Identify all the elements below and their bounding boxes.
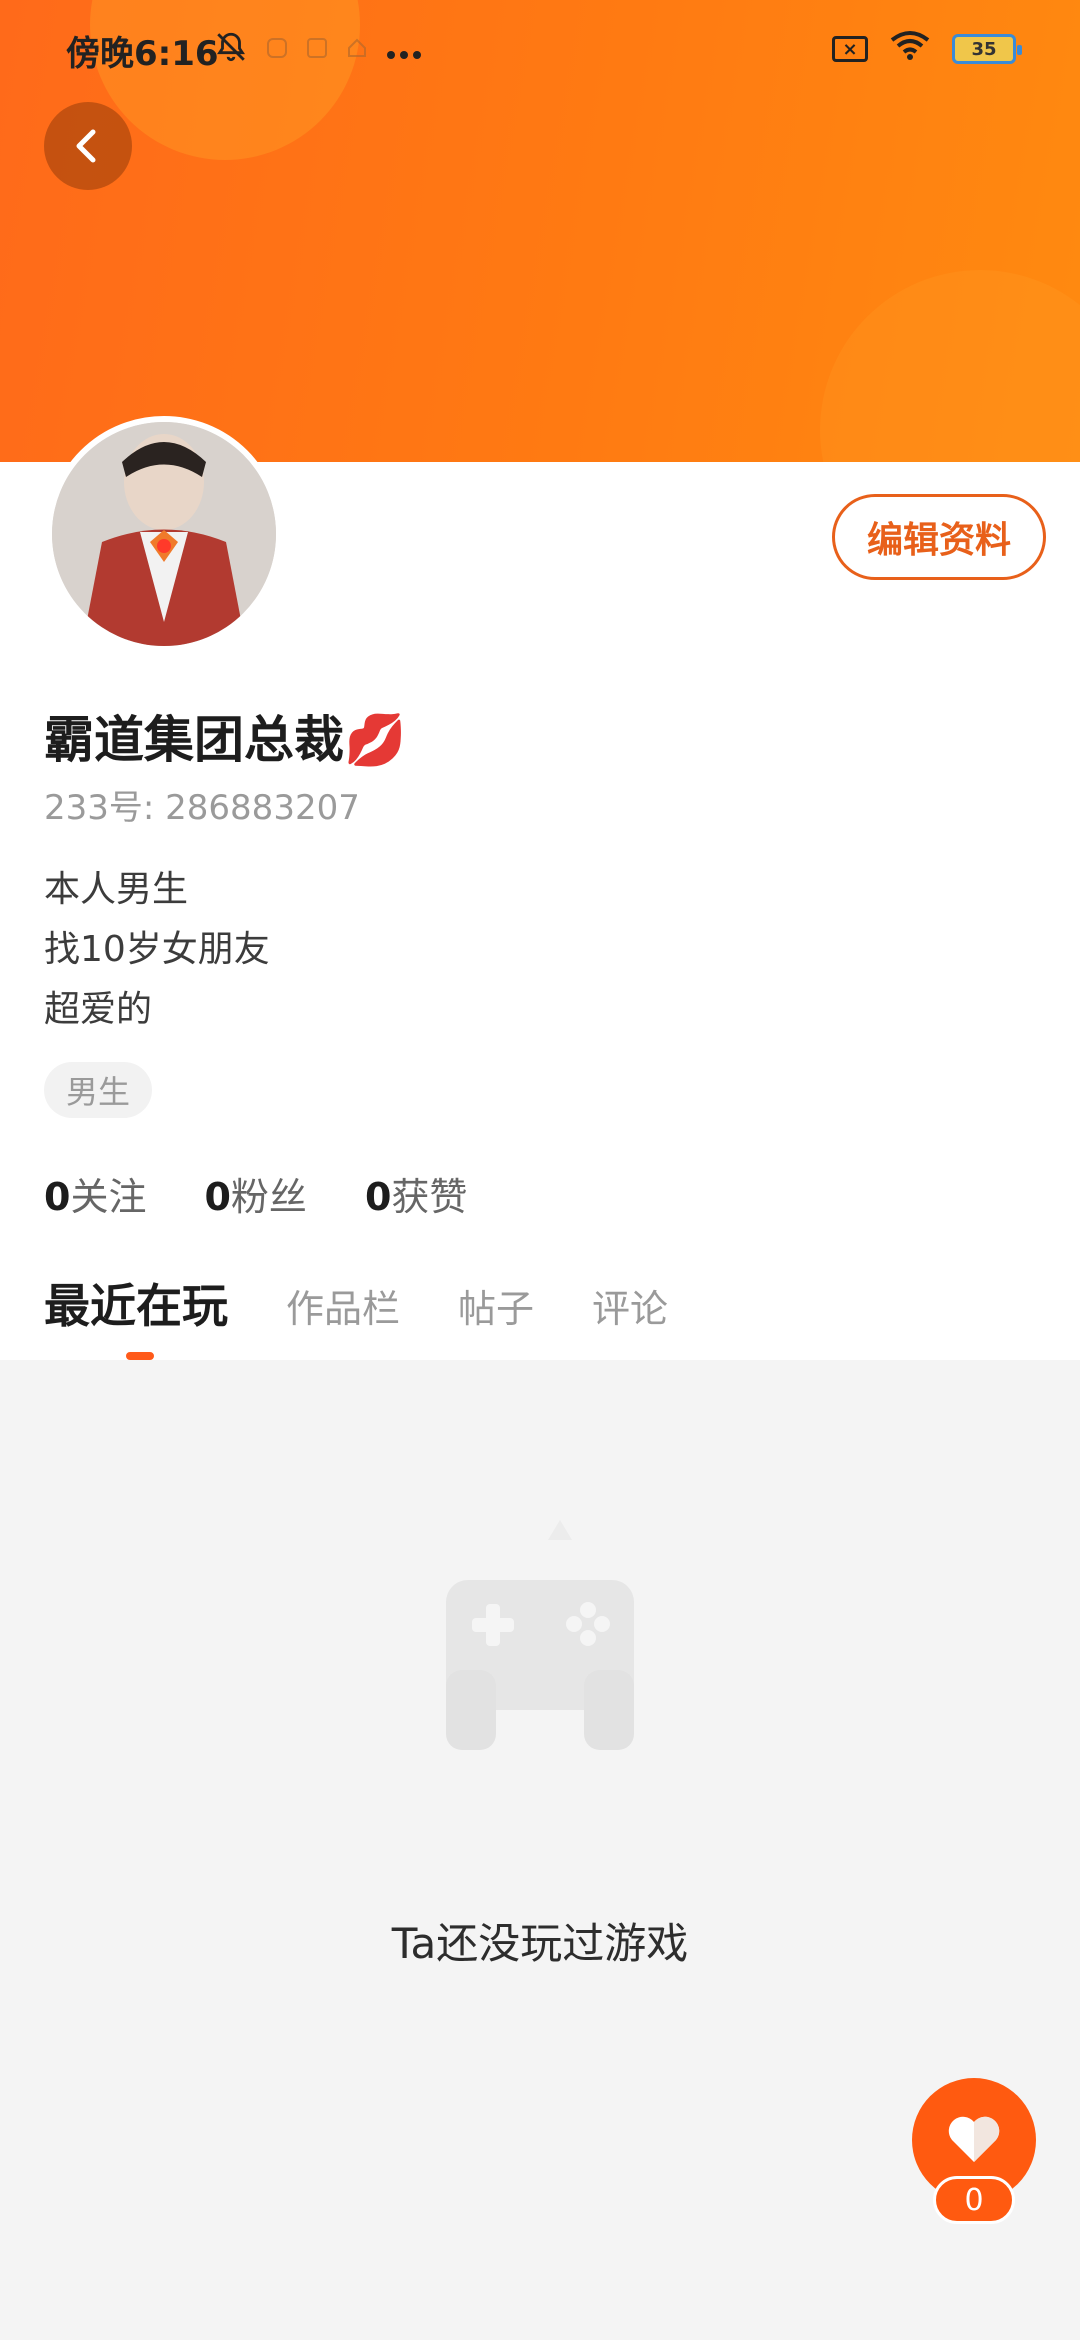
battery-icon: 35 <box>952 34 1022 64</box>
status-icons-left <box>214 30 422 71</box>
stat-count: 0 <box>364 1175 392 1219</box>
status-time: 傍晚6:16 <box>66 34 219 74</box>
nickname: 霸道集团总裁💋 <box>44 711 407 769</box>
tab-works[interactable]: 作品栏 <box>286 1278 400 1333</box>
more-icon <box>386 34 422 67</box>
bio-line: 超爱的 <box>44 989 153 1030</box>
sim-off-icon: × <box>832 36 868 62</box>
bio: 本人男生 找10岁女朋友 超爱的 <box>44 860 270 1040</box>
stat-label: 粉丝 <box>230 1175 307 1219</box>
stat-likes[interactable]: 0获赞 <box>365 1166 467 1221</box>
tab-recently-played[interactable]: 最近在玩 <box>44 1270 228 1336</box>
empty-state-text: Ta还没玩过游戏 <box>391 1919 689 1968</box>
stat-label: 获赞 <box>391 1175 468 1219</box>
wifi-icon <box>890 30 930 68</box>
stats-row: 0关注 0粉丝 0获赞 <box>44 1166 467 1221</box>
gender-tag: 男生 <box>44 1062 153 1118</box>
stat-count: 0 <box>44 1175 71 1219</box>
back-button[interactable] <box>44 102 132 190</box>
banner-decoration <box>820 270 1080 462</box>
avatar-image <box>52 422 276 646</box>
like-count: 0 <box>933 2176 1015 2224</box>
status-bar: 傍晚6:16 × 35 <box>0 0 1080 100</box>
tab-bar: 最近在玩 作品栏 帖子 评论 <box>44 1270 668 1336</box>
heart-icon <box>948 2116 1000 2162</box>
tab-comments[interactable]: 评论 <box>592 1278 668 1333</box>
stat-following[interactable]: 0关注 <box>44 1166 146 1221</box>
edit-profile-button[interactable]: 编辑资料 <box>832 494 1046 580</box>
stat-label: 关注 <box>70 1175 147 1219</box>
battery-level: 35 <box>971 38 997 60</box>
stat-count: 0 <box>204 1175 231 1219</box>
app-icon <box>306 37 328 64</box>
chevron-left-icon <box>76 129 96 163</box>
bio-line: 找10岁女朋友 <box>44 929 270 970</box>
active-tab-indicator <box>126 1352 154 1360</box>
app-icon <box>266 37 288 64</box>
status-icons-right: × 35 <box>832 30 1022 68</box>
bell-off-icon <box>214 30 248 71</box>
user-id: 233号: 286883207 <box>44 788 360 828</box>
stat-followers[interactable]: 0粉丝 <box>204 1166 306 1221</box>
avatar[interactable] <box>46 416 282 652</box>
app-icon <box>346 37 368 64</box>
tab-posts[interactable]: 帖子 <box>458 1278 534 1333</box>
gamepad-icon <box>400 1500 680 1780</box>
bio-line: 本人男生 <box>44 869 189 910</box>
